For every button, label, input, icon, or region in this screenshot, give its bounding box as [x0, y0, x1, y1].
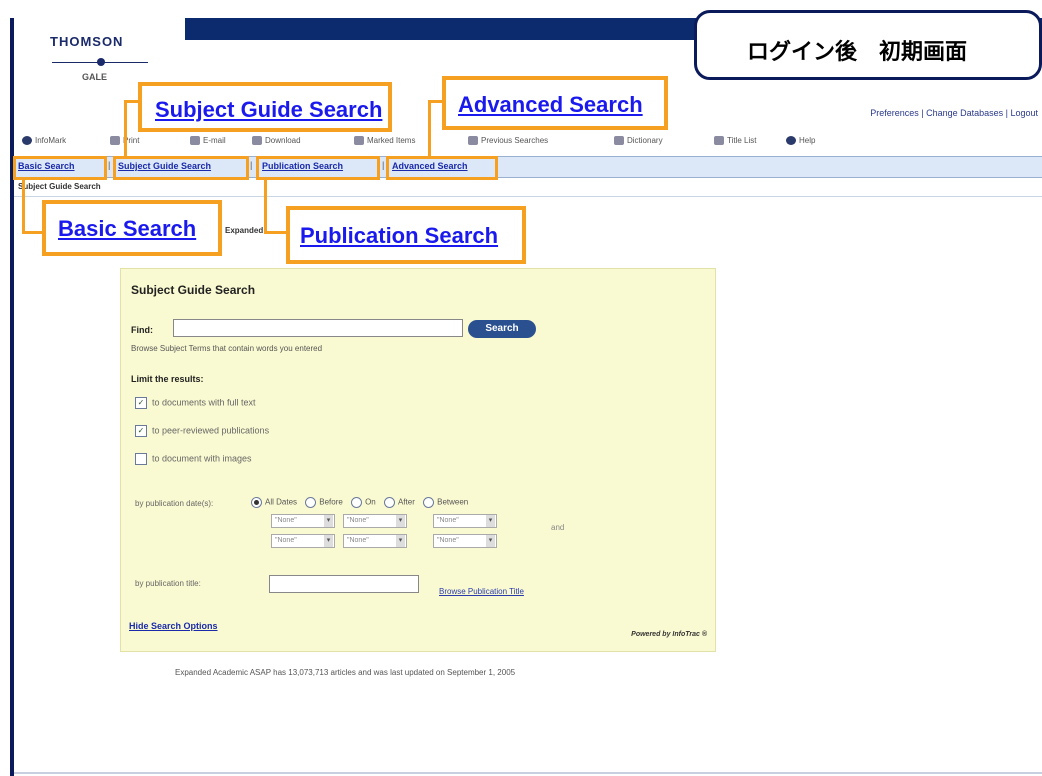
toolbar-help[interactable]: Help	[786, 136, 815, 146]
annotation-advanced-search: Advanced Search	[442, 76, 668, 130]
radio-on-label: On	[365, 497, 376, 507]
hide-search-options-link[interactable]: Hide Search Options	[129, 621, 218, 631]
callout-text: ログイン後 初期画面	[747, 40, 968, 65]
and-label: and	[551, 523, 565, 532]
checkbox-images-row[interactable]: to document with images	[135, 453, 252, 465]
connector-basic-h	[22, 231, 44, 234]
date-select-year-2[interactable]: "None"	[433, 534, 497, 548]
title-label: by publication title:	[135, 579, 201, 588]
toolbar-download[interactable]: Download	[252, 136, 301, 146]
connector-subject	[124, 100, 127, 156]
panel-title: Subject Guide Search	[131, 283, 256, 297]
dictionary-icon	[614, 136, 624, 146]
email-icon	[190, 136, 200, 146]
bottom-divider	[14, 772, 1042, 774]
checkbox-peer-reviewed[interactable]: ✓	[135, 425, 147, 437]
marked-items-icon	[354, 136, 364, 146]
date-select-day-2[interactable]: "None"	[343, 534, 407, 548]
checkbox-images-label: to document with images	[152, 453, 252, 464]
date-select-month-1[interactable]: "None"	[271, 514, 335, 528]
annotation-publication-text: Publication Search	[300, 223, 499, 248]
date-select-year-1[interactable]: "None"	[433, 514, 497, 528]
logo-bottom-text: GALE	[82, 72, 108, 82]
toolbar-title-list[interactable]: Title List	[714, 136, 757, 146]
toolbar-email[interactable]: E-mail	[190, 136, 226, 146]
expanded-label: Expanded	[225, 226, 264, 235]
thomson-gale-logo: THOMSON GALE	[40, 28, 160, 88]
date-select-day-1[interactable]: "None"	[343, 514, 407, 528]
breadcrumb: Subject Guide Search	[14, 178, 1042, 197]
nav-separator: |	[382, 160, 385, 170]
date-radio-group: All Dates Before On After Between	[245, 497, 468, 508]
checkbox-peer-reviewed-label: to peer-reviewed publications	[152, 425, 270, 436]
checkbox-images[interactable]	[135, 453, 147, 465]
highlight-advanced-nav	[386, 156, 498, 180]
annotation-subject-text: Subject Guide Search	[155, 97, 383, 122]
highlight-publication-nav	[256, 156, 380, 180]
connector-publication	[264, 180, 267, 234]
annotation-basic-search: Basic Search	[42, 200, 222, 256]
connector-advanced	[428, 100, 431, 156]
radio-after[interactable]	[383, 497, 395, 508]
radio-between-label: Between	[437, 497, 469, 507]
logo-top-text: THOMSON	[50, 34, 124, 49]
annotation-advanced-text: Advanced Search	[458, 92, 643, 117]
infomark-icon	[22, 136, 32, 146]
radio-on[interactable]	[351, 497, 363, 508]
browse-publication-title-link[interactable]: Browse Publication Title	[439, 587, 524, 596]
limit-label: Limit the results:	[131, 374, 204, 384]
toolbar: InfoMark Print E-mail Download Marked It…	[14, 134, 1042, 152]
radio-all-dates[interactable]	[251, 497, 262, 508]
download-icon	[252, 136, 262, 146]
nav-separator: |	[108, 160, 111, 170]
frame-border	[10, 18, 14, 776]
highlight-basic-nav	[13, 156, 107, 180]
checkbox-peer-reviewed-row[interactable]: ✓ to peer-reviewed publications	[135, 425, 269, 437]
toolbar-infomark[interactable]: InfoMark	[22, 136, 66, 146]
find-label: Find:	[131, 325, 153, 335]
checkbox-full-text-label: to documents with full text	[152, 397, 256, 408]
radio-before-label: Before	[319, 497, 343, 507]
publication-title-input[interactable]	[269, 575, 419, 593]
annotation-basic-text: Basic Search	[58, 216, 197, 241]
date-label: by publication date(s):	[135, 499, 214, 508]
logo-dot-icon	[97, 58, 105, 66]
radio-after-label: After	[397, 497, 415, 507]
find-hint: Browse Subject Terms that contain words …	[131, 344, 323, 353]
database-footer: Expanded Academic ASAP has 13,073,713 ar…	[175, 668, 516, 677]
powered-by: Powered by InfoTrac ®	[631, 631, 707, 638]
annotation-publication-search: Publication Search	[286, 206, 526, 264]
radio-before[interactable]	[305, 497, 317, 508]
subject-guide-panel: Subject Guide Search Find: Search Browse…	[120, 268, 716, 652]
checkbox-full-text-row[interactable]: ✓ to documents with full text	[135, 397, 256, 409]
annotation-subject-guide-search: Subject Guide Search	[138, 82, 392, 132]
previous-searches-icon	[468, 136, 478, 146]
radio-between[interactable]	[423, 497, 435, 508]
radio-all-dates-label: All Dates	[265, 497, 298, 507]
find-input[interactable]	[173, 319, 463, 337]
header-links[interactable]: Preferences | Change Databases | Logout	[870, 108, 1038, 118]
checkbox-full-text[interactable]: ✓	[135, 397, 147, 409]
breadcrumb-text: Subject Guide Search	[18, 182, 101, 191]
connector-basic	[22, 180, 25, 234]
search-button[interactable]: Search	[468, 320, 536, 338]
date-select-month-2[interactable]: "None"	[271, 534, 335, 548]
callout-login-screen: ログイン後 初期画面	[694, 10, 1042, 80]
highlight-subject-nav	[113, 156, 249, 180]
print-icon	[110, 136, 120, 146]
toolbar-previous-searches[interactable]: Previous Searches	[468, 136, 548, 146]
toolbar-dictionary[interactable]: Dictionary	[614, 136, 663, 146]
toolbar-marked-items[interactable]: Marked Items	[354, 136, 415, 146]
title-list-icon	[714, 136, 724, 146]
help-icon	[786, 136, 796, 146]
nav-separator: |	[250, 160, 253, 170]
